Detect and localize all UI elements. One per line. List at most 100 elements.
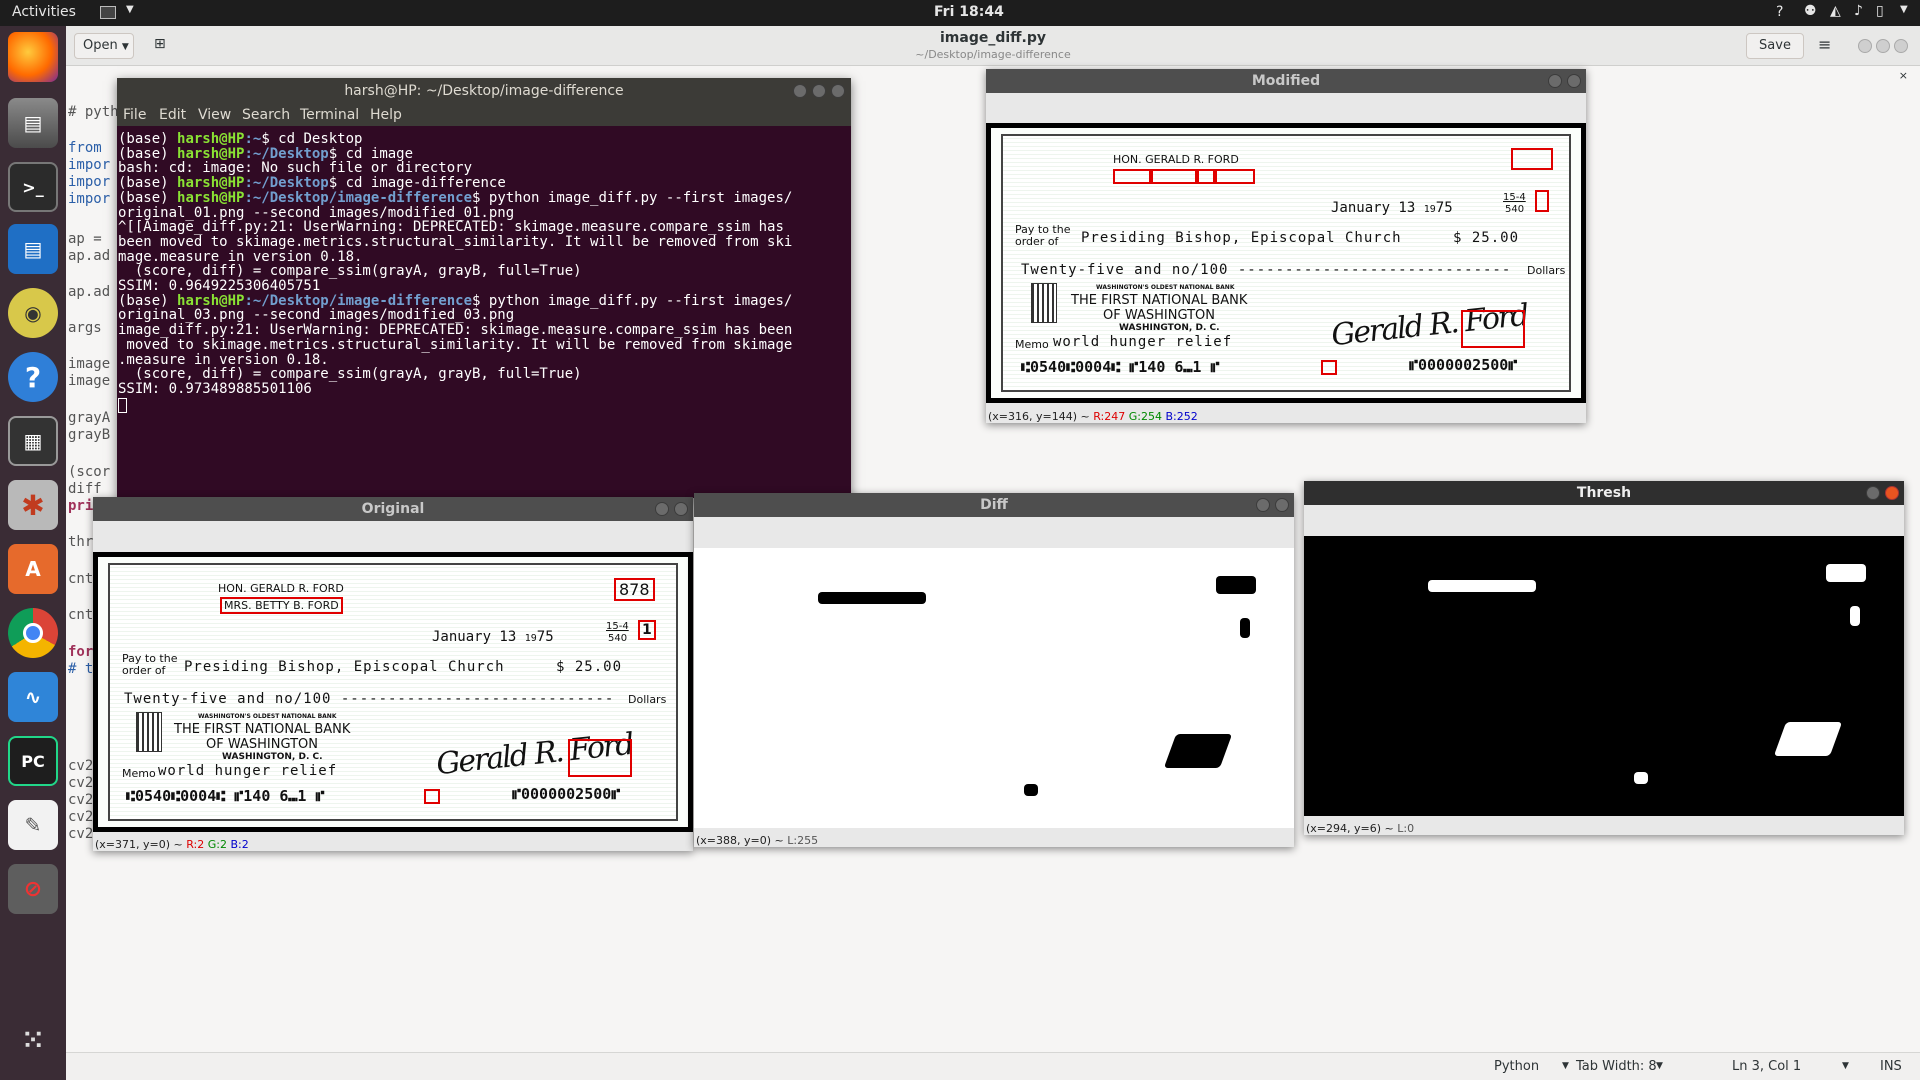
tab-width-selector[interactable]: Tab Width: 8 [1576, 1059, 1657, 1074]
tab-close-icon[interactable]: × [1899, 69, 1908, 82]
files-icon[interactable]: ▤ [8, 98, 58, 148]
code-line: thr [68, 534, 94, 550]
window-title: Original [361, 501, 425, 517]
terminal-output[interactable]: (base) harsh@HP:~$ cd Desktop (base) hars… [118, 132, 851, 498]
network-icon[interactable]: ◭ [1830, 3, 1841, 19]
minimize-icon[interactable] [793, 84, 807, 98]
menu-terminal[interactable]: Terminal [300, 107, 359, 123]
pycharm-icon[interactable]: PC [8, 736, 58, 786]
accessibility-icon[interactable]: ⚉ [1804, 3, 1817, 19]
chevron-down-icon[interactable]: ▼ [1656, 1061, 1663, 1071]
routing-top: 15-4 [1503, 192, 1526, 203]
insert-mode: INS [1880, 1059, 1902, 1074]
app-menu-icon[interactable] [100, 6, 116, 19]
bank-name: THE FIRST NATIONAL BANK [1071, 293, 1248, 308]
text-editor-icon[interactable]: ✎ [8, 800, 58, 850]
system-monitor-icon[interactable]: ∿ [8, 672, 58, 722]
terminal-icon[interactable]: >_ [8, 162, 58, 212]
close-icon[interactable] [1275, 498, 1289, 512]
minimize-icon[interactable] [1866, 486, 1880, 500]
micr-line: ⑆0540⑆0004⑆ ⑈140 6⑉1 ⑈ [1021, 358, 1220, 376]
writer-icon[interactable]: ▤ [8, 224, 58, 274]
bank-city: WASHINGTON, D. C. [222, 752, 323, 762]
close-icon[interactable] [1567, 74, 1581, 88]
blocked-app-icon[interactable]: ⊘ [8, 864, 58, 914]
menu-view[interactable]: View [198, 107, 231, 123]
hamburger-menu-icon[interactable]: ≡ [1818, 35, 1831, 54]
routing-bottom: 540 [1505, 204, 1525, 215]
diff-box [1535, 190, 1549, 212]
menu-help[interactable]: Help [370, 107, 402, 123]
code-line: # t [68, 661, 94, 677]
order-of-label: order of [122, 664, 166, 677]
system-menu-icon[interactable]: ▼ [1900, 4, 1908, 15]
menu-file[interactable]: File [123, 107, 146, 123]
blue-value: B:252 [1165, 410, 1198, 423]
minimize-icon[interactable] [1548, 74, 1562, 88]
code-line: ap = [68, 231, 102, 247]
check-amount-words: Twenty-five and no/100 -----------------… [1021, 262, 1512, 278]
chevron-down-icon[interactable]: ▼ [1842, 1061, 1849, 1071]
firefox-icon[interactable] [8, 32, 58, 82]
chevron-down-icon[interactable]: ▼ [1562, 1061, 1569, 1071]
help-app-icon[interactable]: ? [8, 352, 58, 402]
battery-icon[interactable]: ▯ [1876, 3, 1884, 19]
chrome-icon[interactable] [8, 608, 58, 658]
settings-icon[interactable]: ✱ [8, 480, 58, 530]
terminal-user: harsh@HP [177, 175, 245, 192]
close-icon[interactable] [1885, 486, 1899, 500]
terminal-window: harsh@HP: ~/Desktop/image-difference Fil… [117, 78, 851, 498]
minimize-icon[interactable] [1858, 39, 1872, 53]
gedit-statusbar: Python ▼ Tab Width: 8 ▼ Ln 3, Col 1 ▼ IN… [66, 1052, 1920, 1080]
cursor-position[interactable]: Ln 3, Col 1 [1732, 1059, 1801, 1074]
video-clapper-icon[interactable]: ▦ [8, 416, 58, 466]
code-line: grayB [68, 427, 111, 443]
terminal-line: (score, diff) = compare_ssim(grayA, gray… [118, 366, 582, 383]
bank-name-line2: OF WASHINGTON [1103, 308, 1215, 323]
cursor-readout: (x=316, y=144) ~ [988, 410, 1094, 423]
code-line: cv2 [68, 809, 94, 825]
bank-building-icon [136, 712, 162, 752]
code-line: image [68, 356, 111, 372]
terminal-line: (score, diff) = compare_ssim(grayA, gray… [118, 263, 582, 280]
help-icon[interactable]: ? [1776, 4, 1783, 20]
original-statusbar: (x=371, y=0) ~ R:2 G:2 B:2 [95, 838, 249, 851]
chevron-down-icon[interactable]: ▼ [126, 4, 134, 15]
language-selector[interactable]: Python [1494, 1059, 1539, 1074]
code-line: impor [68, 157, 111, 173]
terminal-env: (base) [118, 292, 178, 309]
close-icon[interactable] [1894, 39, 1908, 53]
thresh-region [1850, 606, 1860, 626]
software-center-icon[interactable]: A [8, 544, 58, 594]
code-line: # pyth [68, 104, 119, 120]
check-amount: $ 25.00 [556, 659, 623, 675]
show-applications-icon[interactable]: ⁙ [8, 1016, 58, 1066]
activities-button[interactable]: Activities [12, 4, 76, 20]
thresh-titlebar[interactable]: Thresh [1304, 481, 1904, 505]
original-titlebar[interactable]: Original [93, 497, 693, 521]
maximize-icon[interactable] [1876, 39, 1890, 53]
rhythmbox-icon[interactable]: ◉ [8, 288, 58, 338]
menu-edit[interactable]: Edit [159, 107, 186, 123]
close-icon[interactable] [831, 84, 845, 98]
modified-titlebar[interactable]: Modified [986, 69, 1586, 93]
minimize-icon[interactable] [1256, 498, 1270, 512]
minimize-icon[interactable] [655, 502, 669, 516]
close-icon[interactable] [674, 502, 688, 516]
clock[interactable]: Fri 18:44 [934, 4, 1004, 20]
terminal-titlebar[interactable]: harsh@HP: ~/Desktop/image-difference [117, 78, 851, 104]
menu-search[interactable]: Search [242, 107, 290, 123]
gedit-subtitle: ~/Desktop/image-difference [915, 48, 1071, 61]
check-payer: HON. GERALD R. FORD [218, 582, 344, 595]
terminal-line: original_03.png --second images/modified… [118, 307, 515, 324]
terminal-path: :~/Desktop [244, 175, 329, 192]
diff-titlebar[interactable]: Diff [694, 493, 1294, 517]
green-value: G:2 [207, 838, 227, 851]
thresh-statusbar: (x=294, y=6) ~ L:0 [1306, 822, 1414, 835]
diff-window: Diff (x=388, y=0) ~ L:255 [694, 493, 1294, 847]
check-year: 75 [536, 629, 554, 645]
volume-icon[interactable]: ♪ [1854, 3, 1863, 19]
save-button[interactable]: Save [1746, 33, 1804, 59]
maximize-icon[interactable] [812, 84, 826, 98]
code-line: pri [68, 498, 94, 514]
